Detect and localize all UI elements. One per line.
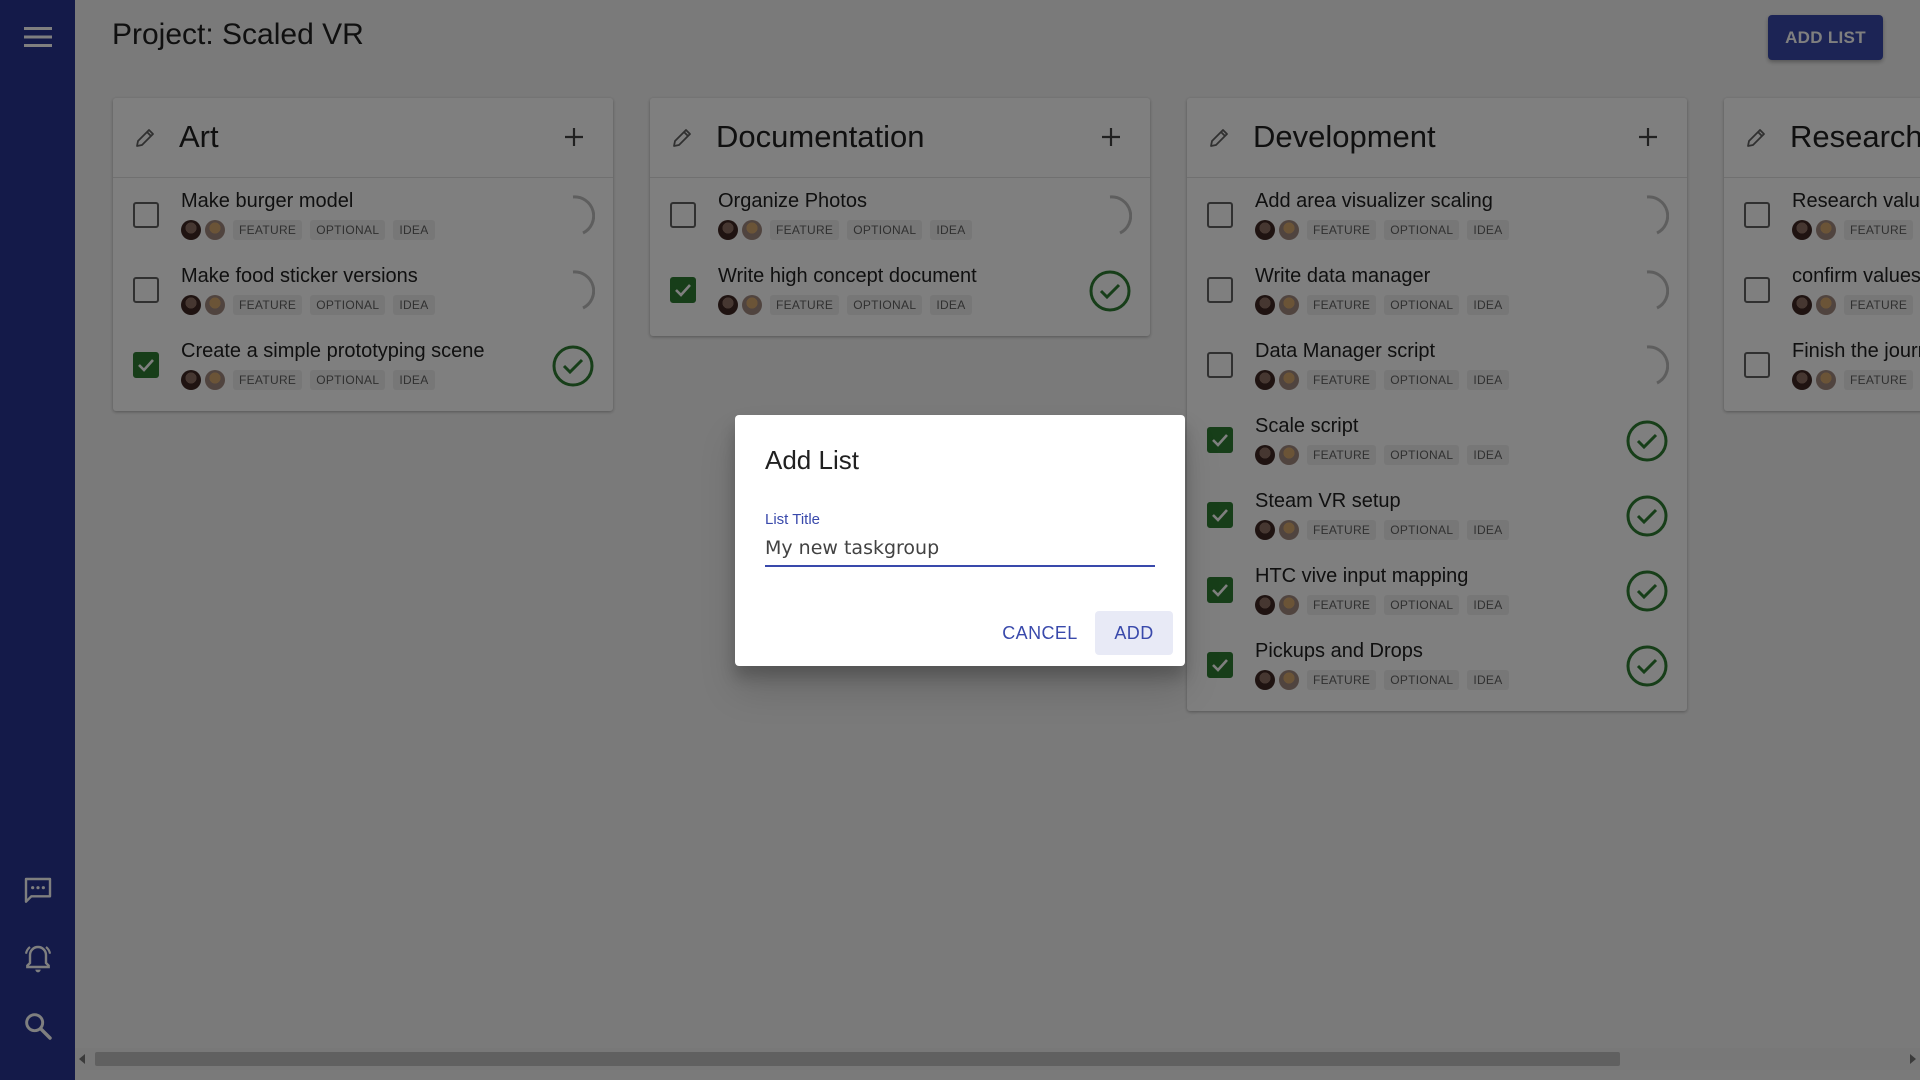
cancel-button[interactable]: CANCEL <box>995 611 1085 655</box>
dialog-title: Add List <box>765 445 859 475</box>
list-title-input[interactable] <box>765 531 1155 567</box>
add-button[interactable]: ADD <box>1095 611 1173 655</box>
list-title-label: List Title <box>765 511 821 528</box>
add-list-dialog: Add List List Title CANCEL ADD <box>735 415 1185 666</box>
